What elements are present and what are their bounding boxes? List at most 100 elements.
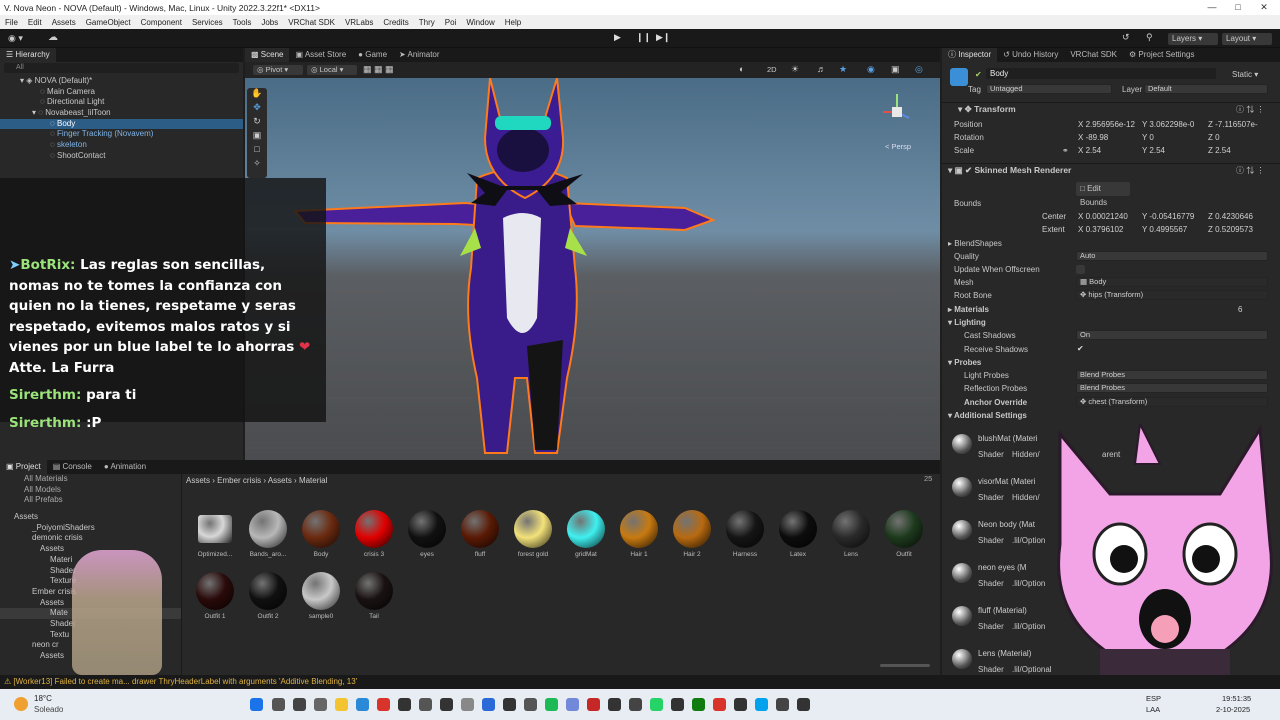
widgets-icon[interactable]: [314, 698, 327, 711]
favorite-item[interactable]: All Prefabs: [0, 495, 181, 506]
search-icon[interactable]: ⚲: [1146, 32, 1153, 43]
app-icon[interactable]: [482, 698, 495, 711]
material-asset[interactable]: [673, 510, 711, 548]
layer-dropdown[interactable]: Default: [1144, 84, 1268, 94]
tab-game[interactable]: ● Game: [352, 48, 393, 62]
menu-help[interactable]: Help: [500, 18, 526, 27]
shader-dropdown[interactable]: .lil/Option: [1012, 536, 1045, 545]
position-z[interactable]: Z -7.116507e-: [1208, 120, 1258, 129]
materials-count[interactable]: 6: [1238, 305, 1242, 314]
scale-z[interactable]: Z 2.54: [1208, 146, 1231, 155]
material-asset[interactable]: [620, 510, 658, 548]
local-dropdown[interactable]: ◎ Local ▾: [307, 65, 357, 75]
hand-tool-icon[interactable]: ✋: [247, 88, 267, 102]
hierarchy-row[interactable]: ◌ skeleton: [0, 140, 243, 151]
transform-header[interactable]: ▾ ✥ Transform: [942, 102, 1280, 115]
material-name[interactable]: fluff (Material): [978, 606, 1027, 615]
menu-credits[interactable]: Credits: [378, 18, 413, 27]
additional-settings-foldout[interactable]: ▾ Additional Settings: [948, 411, 1027, 420]
visibility-icon[interactable]: ◉: [867, 64, 875, 75]
mode-2d-button[interactable]: 2D: [767, 65, 777, 74]
grid-snap-icon[interactable]: ▦ ▦ ▦: [363, 64, 394, 75]
material-asset[interactable]: [832, 510, 870, 548]
scene-gizmo[interactable]: [877, 90, 917, 130]
center-z[interactable]: Z 0.4230646: [1208, 212, 1253, 221]
material-asset[interactable]: [249, 510, 287, 548]
folder-item[interactable]: Assets: [0, 512, 181, 523]
brave-icon[interactable]: [377, 698, 390, 711]
edit-bounds-button[interactable]: □ Edit Bounds: [1076, 182, 1130, 207]
tab-animation[interactable]: ● Animation: [98, 460, 152, 474]
hierarchy-search-input[interactable]: All: [4, 63, 239, 73]
menu-window[interactable]: Window: [461, 18, 499, 27]
cloud-icon[interactable]: ☁: [48, 32, 58, 43]
material-name[interactable]: Neon body (Mat: [978, 520, 1035, 529]
menu-thry[interactable]: Thry: [414, 18, 440, 27]
app-icon[interactable]: [608, 698, 621, 711]
app-icon[interactable]: [734, 698, 747, 711]
shader-dropdown[interactable]: Hidden/: [1012, 450, 1040, 459]
material-asset[interactable]: [779, 510, 817, 548]
taskview-icon[interactable]: [293, 698, 306, 711]
menu-vrchat-sdk[interactable]: VRChat SDK: [283, 18, 340, 27]
pause-icon[interactable]: ❙❙: [636, 32, 651, 43]
lighting-foldout[interactable]: ▾ Lighting: [948, 318, 986, 327]
material-asset[interactable]: [885, 510, 923, 548]
extent-x[interactable]: X 0.3796102: [1078, 225, 1123, 234]
menu-vrlabs[interactable]: VRLabs: [340, 18, 378, 27]
scale-tool-icon[interactable]: ▣: [247, 130, 267, 144]
material-asset[interactable]: [726, 510, 764, 548]
light-probes-dropdown[interactable]: Blend Probes: [1076, 370, 1268, 380]
status-bar[interactable]: ⚠ [Worker13] Failed to create ma... draw…: [0, 675, 1280, 689]
update-offscreen-checkbox[interactable]: [1076, 265, 1085, 274]
tab-vrchat-sdk[interactable]: VRChat SDK: [1064, 48, 1123, 62]
account-icon[interactable]: ◉ ▾: [8, 33, 23, 44]
tab-hierarchy[interactable]: ☰ Hierarchy: [0, 48, 56, 62]
probes-foldout[interactable]: ▾ Probes: [948, 358, 981, 367]
edge-icon[interactable]: [356, 698, 369, 711]
lighting-icon[interactable]: ☀: [791, 64, 799, 75]
smr-menu-icon[interactable]: ⓘ ⇅ ⋮: [1236, 165, 1264, 176]
tab-project-settings[interactable]: ⚙ Project Settings: [1123, 48, 1200, 62]
breadcrumb-item[interactable]: Material: [299, 476, 327, 485]
menu-tools[interactable]: Tools: [228, 18, 257, 27]
skinned-mesh-renderer-header[interactable]: ▾ ▣ ✔ Skinned Mesh Renderer: [942, 163, 1280, 176]
static-toggle[interactable]: Static ▾: [1232, 70, 1258, 79]
active-checkbox[interactable]: ✔: [975, 70, 982, 79]
cast-shadows-dropdown[interactable]: On: [1076, 330, 1268, 340]
whatsapp-icon[interactable]: [650, 698, 663, 711]
file-explorer-icon[interactable]: [335, 698, 348, 711]
shader-dropdown[interactable]: .lil/Optional: [1012, 665, 1052, 674]
app-icon[interactable]: [440, 698, 453, 711]
zoom-slider[interactable]: [880, 664, 930, 667]
material-asset[interactable]: [514, 510, 552, 548]
weather-icon[interactable]: [14, 697, 28, 711]
shader-dropdown[interactable]: Hidden/: [1012, 493, 1040, 502]
search-taskbar-icon[interactable]: [272, 698, 285, 711]
folder-asset[interactable]: [198, 515, 232, 543]
scale-x[interactable]: X 2.54: [1078, 146, 1101, 155]
app-icon[interactable]: [587, 698, 600, 711]
material-name[interactable]: visorMat (Materi: [978, 477, 1035, 486]
start-icon[interactable]: [250, 698, 263, 711]
menu-services[interactable]: Services: [187, 18, 228, 27]
rotation-y[interactable]: Y 0: [1142, 133, 1154, 142]
material-name[interactable]: neon eyes (M: [978, 563, 1026, 572]
tab-animator[interactable]: ➤ Animator: [393, 48, 446, 62]
step-icon[interactable]: ▶❙: [656, 32, 670, 43]
app-icon[interactable]: [503, 698, 516, 711]
app-icon[interactable]: [671, 698, 684, 711]
hierarchy-row[interactable]: ◌ Directional Light: [0, 97, 243, 108]
rect-tool-icon[interactable]: □: [247, 144, 267, 158]
menu-component[interactable]: Component: [136, 18, 187, 27]
blendshapes-foldout[interactable]: ▸ BlendShapes: [948, 239, 1002, 248]
center-y[interactable]: Y -0.05416779: [1142, 212, 1194, 221]
app-icon[interactable]: [461, 698, 474, 711]
favorite-item[interactable]: All Models: [0, 485, 181, 496]
rotate-tool-icon[interactable]: ↻: [247, 116, 267, 130]
tab-inspector[interactable]: ⓘ Inspector: [942, 48, 998, 62]
material-asset[interactable]: [355, 510, 393, 548]
unity-icon[interactable]: [797, 698, 810, 711]
app-icon[interactable]: [629, 698, 642, 711]
clock-date[interactable]: 2-10-2025: [1216, 705, 1250, 714]
